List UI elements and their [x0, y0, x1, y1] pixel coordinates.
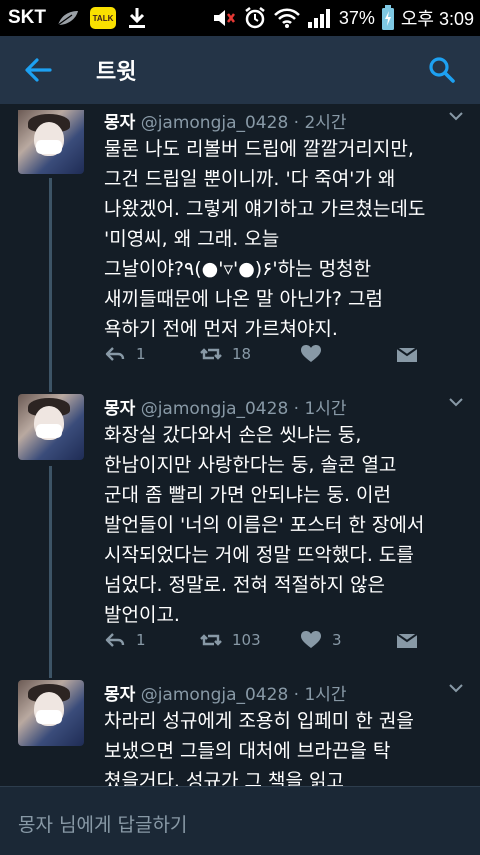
battery-charging-icon [381, 5, 395, 31]
like-button[interactable]: 3 [300, 630, 396, 650]
reply-icon [105, 633, 125, 647]
reply-input-placeholder[interactable]: 몽자 님에게 답글하기 [18, 810, 187, 837]
clock-time: 오후 3:09 [400, 9, 474, 29]
tweet-actions: 1 103 3 [104, 628, 424, 652]
author-name[interactable]: 몽자 [104, 113, 135, 133]
reply-count: 1 [136, 631, 146, 649]
like-button[interactable] [300, 344, 396, 364]
reply-button[interactable]: 1 [104, 344, 200, 364]
reply-button[interactable]: 1 [104, 630, 200, 650]
alarm-icon [243, 6, 267, 30]
app-bar: 트윗 [0, 36, 480, 104]
author-handle[interactable]: @jamongja_0428 [141, 113, 289, 133]
tweet-text: 화장실 갔다와서 손은 씻냐는 둥, 한남이지만 사랑한다는 둥, 솔콘 열고 … [104, 424, 425, 626]
heart-icon [301, 345, 321, 362]
tweet-item[interactable]: 몽자 @jamongja_0428 · 1시간 화장실 갔다와서 손은 씻냐는 … [0, 394, 480, 656]
battery-percent: 37% [338, 7, 375, 28]
status-bar: SKT TALK 37% 오후 3:09 [0, 0, 480, 36]
signal-icon [307, 7, 333, 29]
author-name[interactable]: 몽자 [104, 399, 135, 419]
download-icon [126, 6, 148, 30]
tweet-time: · 1시간 [293, 685, 347, 705]
retweet-button[interactable]: 18 [200, 344, 300, 364]
retweet-icon [200, 348, 222, 360]
retweet-count: 18 [232, 345, 252, 363]
reply-count: 1 [136, 345, 146, 363]
avatar[interactable] [18, 680, 84, 746]
tweet-actions: 1 18 [104, 342, 424, 366]
heart-icon [301, 631, 321, 648]
like-count: 3 [332, 631, 342, 649]
wifi-icon [273, 7, 301, 29]
leaf-icon [56, 9, 80, 27]
mute-icon [211, 7, 237, 29]
tweet-item[interactable]: 몽자 @jamongja_0428 · 2시간 물론 나도 리볼버 드립에 깔깔… [0, 108, 480, 370]
tweet-item[interactable]: 몽자 @jamongja_0428 · 1시간 차라리 성규에게 조용히 입페미… [0, 680, 480, 792]
kakaotalk-icon: TALK [90, 7, 116, 29]
page-title: 트윗 [96, 60, 137, 85]
back-arrow-icon[interactable] [22, 54, 54, 86]
tweet-time: · 1시간 [293, 399, 347, 419]
carrier-label: SKT [8, 7, 46, 28]
direct-message-button[interactable] [396, 344, 418, 364]
reply-icon [105, 347, 125, 361]
chevron-down-icon[interactable] [448, 110, 464, 122]
author-name[interactable]: 몽자 [104, 685, 135, 705]
search-icon[interactable] [428, 56, 456, 84]
tweet-text: 차라리 성규에게 조용히 입페미 한 권을 보냈으면 그들의 대처에 브라끈을 … [104, 710, 414, 792]
tweet-time: · 2시간 [293, 113, 347, 133]
retweet-button[interactable]: 103 [200, 630, 300, 650]
direct-message-button[interactable] [396, 630, 418, 650]
avatar[interactable] [18, 110, 84, 174]
retweet-count: 103 [232, 631, 261, 649]
reply-composer[interactable]: 몽자 님에게 답글하기 [0, 786, 480, 855]
envelope-icon [396, 347, 418, 362]
tweet-text: 물론 나도 리볼버 드립에 깔깔거리지만, 그건 드립일 뿐이니까. '다 죽여… [104, 138, 426, 340]
tweet-header: 몽자 @jamongja_0428 · 1시간 [104, 680, 347, 705]
chevron-down-icon[interactable] [448, 396, 464, 408]
author-handle[interactable]: @jamongja_0428 [141, 399, 289, 419]
retweet-icon [200, 634, 222, 646]
tweet-header: 몽자 @jamongja_0428 · 2시간 [104, 108, 347, 133]
tweet-header: 몽자 @jamongja_0428 · 1시간 [104, 394, 347, 419]
chevron-down-icon[interactable] [448, 682, 464, 694]
author-handle[interactable]: @jamongja_0428 [141, 685, 289, 705]
envelope-icon [396, 633, 418, 648]
avatar[interactable] [18, 394, 84, 460]
